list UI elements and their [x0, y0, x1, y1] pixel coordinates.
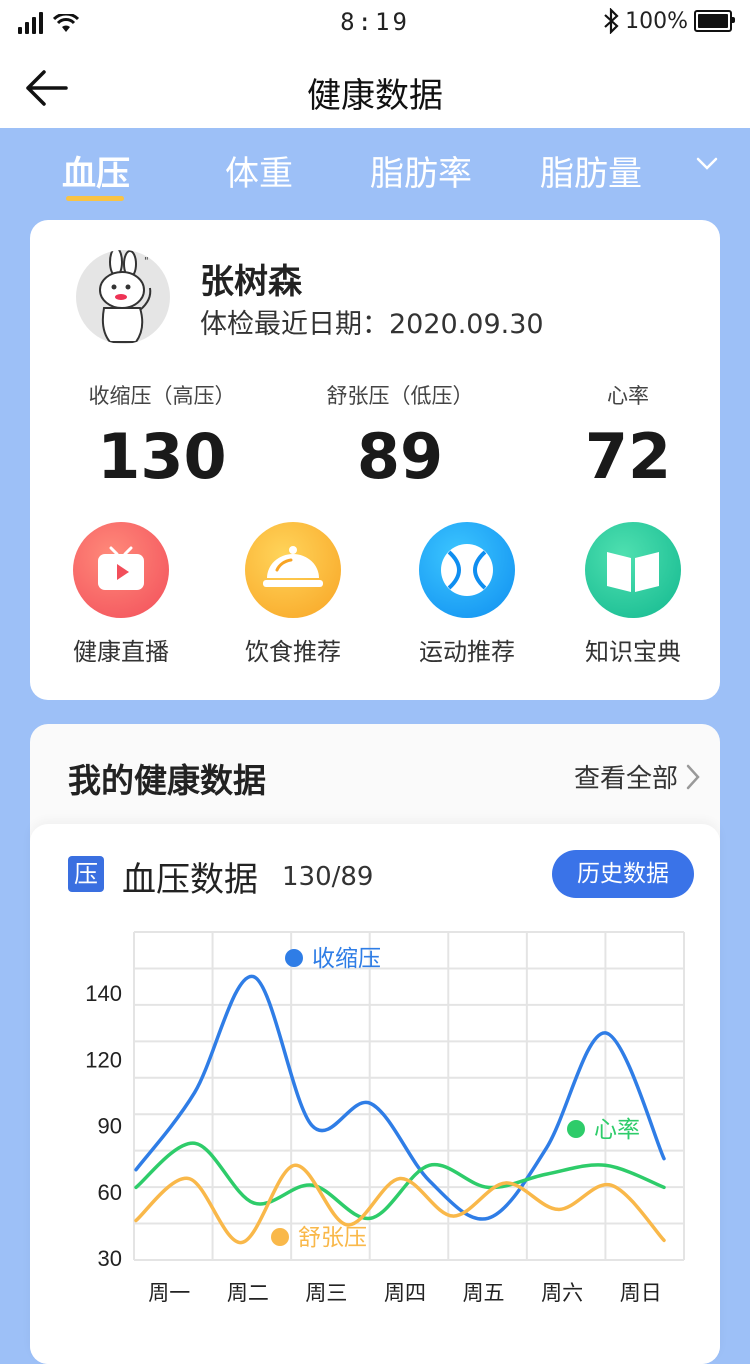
- quick-diet[interactable]: 饮食推荐: [228, 522, 358, 667]
- status-bar: 8:19 100%: [0, 0, 750, 48]
- series-label: 心率: [594, 1117, 640, 1143]
- chevron-down-icon[interactable]: [694, 150, 720, 176]
- series-line-2: [134, 1163, 666, 1245]
- page-title: 健康数据: [307, 76, 443, 116]
- quick-exercise[interactable]: 运动推荐: [402, 522, 532, 667]
- tab-fat-rate[interactable]: 脂肪率: [370, 146, 472, 195]
- y-tick-label: 120: [85, 1047, 122, 1072]
- rabbit-avatar-icon: ": [99, 250, 152, 343]
- x-tick-label: 周三: [305, 1281, 347, 1305]
- x-tick-label: 周六: [541, 1281, 583, 1305]
- svg-text:": ": [144, 256, 149, 267]
- series-marker: [271, 1228, 289, 1246]
- history-data-button[interactable]: 历史数据: [552, 850, 694, 898]
- bp-line-chart: 30 60 90 120 140 周一 周二 周三 周四 周五 周六 周日 收缩压心率舒张压: [85, 931, 685, 1305]
- series-line-0: [134, 974, 666, 1221]
- quick-label: 饮食推荐: [245, 638, 341, 666]
- metric-label: 收缩压（高压）: [88, 384, 236, 408]
- status-right: 100%: [603, 8, 735, 34]
- y-tick-label: 90: [98, 1114, 122, 1139]
- tv-play-icon: [73, 522, 169, 618]
- metric-label: 舒张压（低压）: [326, 384, 474, 408]
- battery-percent: 100%: [625, 8, 688, 34]
- quick-health-live[interactable]: 健康直播: [56, 522, 186, 667]
- view-all-link[interactable]: 查看全部: [574, 758, 700, 795]
- view-all-label: 查看全部: [573, 764, 678, 794]
- series-label: 收缩压: [312, 946, 381, 972]
- quick-knowledge[interactable]: 知识宝典: [568, 522, 698, 667]
- metric-systolic: 收缩压（高压） 130: [52, 380, 272, 493]
- chevron-right-icon: [686, 764, 700, 789]
- x-tick-label: 周日: [620, 1281, 662, 1305]
- metric-value: 72: [584, 420, 672, 493]
- avatar[interactable]: ": [76, 250, 170, 344]
- checkup-date-label: 体检最近日期：: [200, 309, 389, 340]
- food-cloche-icon: [245, 522, 341, 618]
- book-icon: [585, 522, 681, 618]
- metric-heart-rate: 心率 72: [518, 380, 738, 493]
- bp-title: 血压数据: [122, 860, 258, 900]
- battery-icon: [694, 10, 735, 32]
- tab-weight[interactable]: 体重: [225, 146, 293, 195]
- tab-blood-pressure[interactable]: 血压: [62, 146, 130, 195]
- y-tick-label: 140: [85, 981, 122, 1006]
- bluetooth-icon: [604, 8, 619, 34]
- tab-active-indicator: [66, 196, 124, 201]
- bp-value: 130/89: [282, 862, 374, 892]
- x-tick-label: 周一: [148, 1281, 190, 1305]
- ball-icon: [419, 522, 515, 618]
- series-marker: [567, 1120, 585, 1138]
- checkup-date: 体检最近日期：2020.09.30: [200, 302, 544, 341]
- x-tick-label: 周二: [227, 1281, 269, 1305]
- x-tick-label: 周四: [384, 1281, 426, 1305]
- series-label: 舒张压: [298, 1225, 367, 1251]
- y-tick-label: 30: [98, 1246, 122, 1271]
- user-name: 张树森: [200, 262, 302, 302]
- section-title: 我的健康数据: [68, 761, 266, 800]
- bp-chart-card: 压 血压数据 130/89 历史数据 30 60 90 120 140 周一 周二 周三 周四 周…: [30, 824, 720, 1364]
- series-marker: [285, 949, 303, 967]
- metric-diastolic: 舒张压（低压） 89: [290, 380, 510, 493]
- nav-bar: 健康数据: [0, 48, 750, 128]
- quick-label: 健康直播: [73, 638, 169, 666]
- checkup-date-value: 2020.09.30: [389, 309, 544, 340]
- series-line-1: [134, 1141, 666, 1221]
- bp-badge: 压: [68, 856, 104, 892]
- y-tick-label: 60: [98, 1180, 122, 1205]
- metric-value: 130: [97, 420, 227, 493]
- metric-label: 心率: [607, 384, 649, 408]
- tab-fat-mass[interactable]: 脂肪量: [540, 146, 642, 195]
- metric-value: 89: [356, 420, 444, 493]
- quick-label: 知识宝典: [585, 638, 681, 666]
- quick-label: 运动推荐: [419, 638, 515, 666]
- x-tick-label: 周五: [463, 1281, 505, 1305]
- profile-card: " 张树森 体检最近日期：2020.09.30 收缩压（高压） 130 舒张压（…: [30, 220, 720, 700]
